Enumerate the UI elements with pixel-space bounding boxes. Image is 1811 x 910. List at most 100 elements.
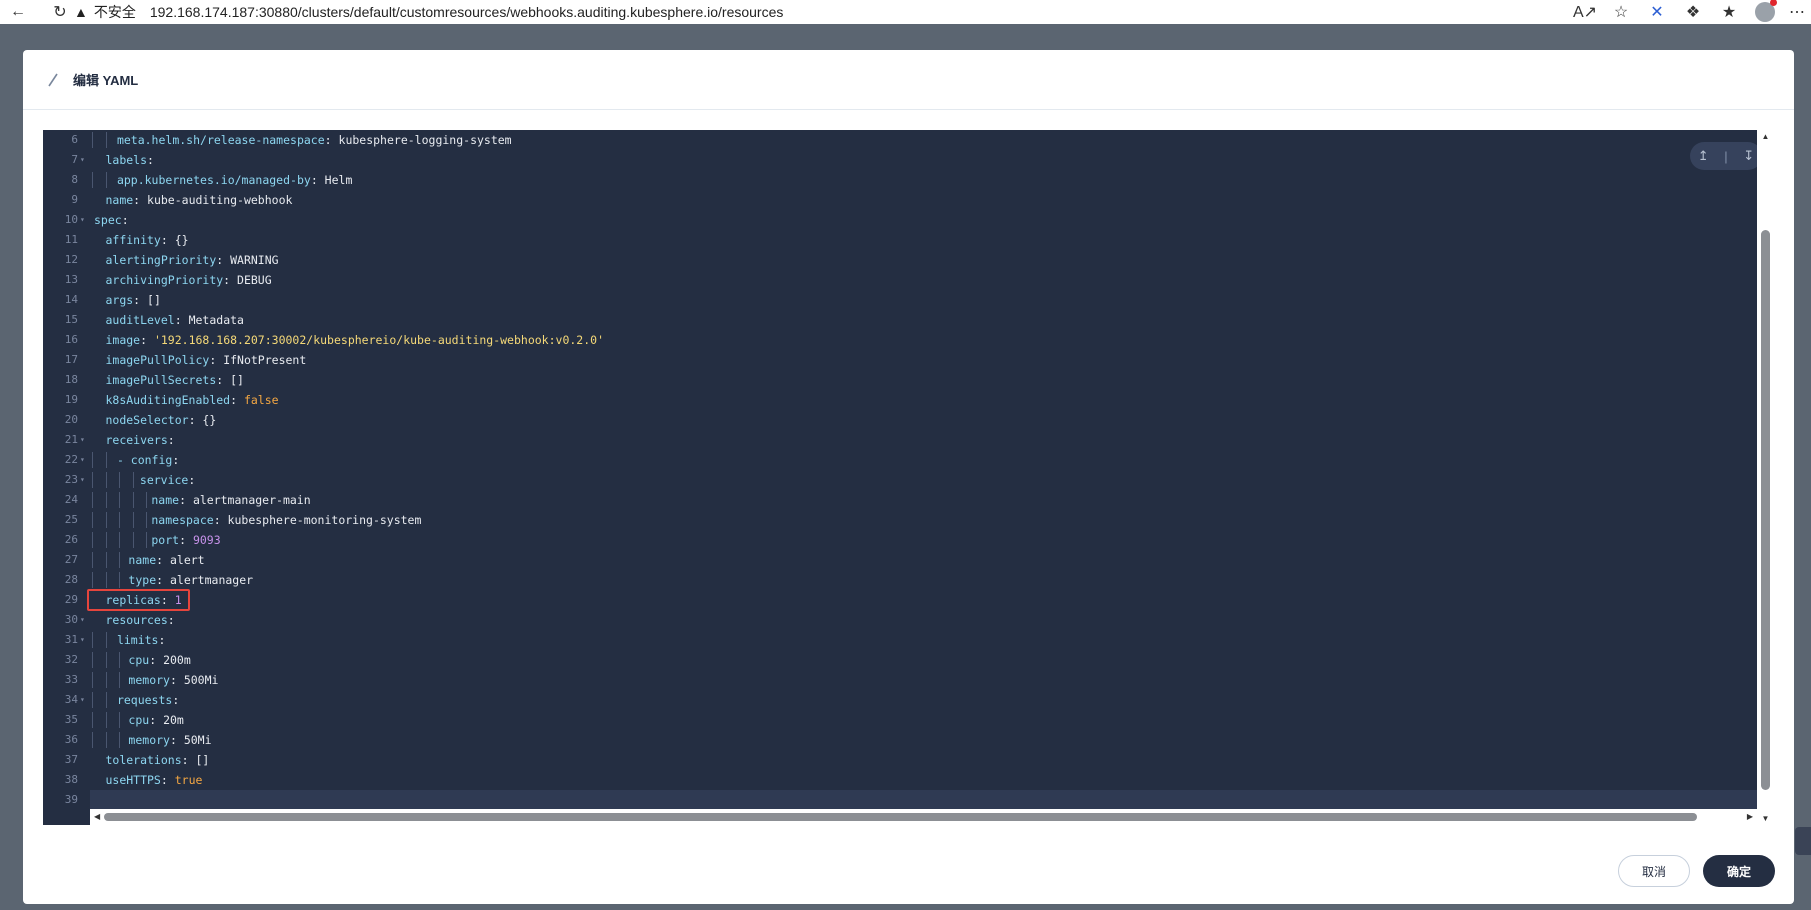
indent-guide xyxy=(105,532,107,548)
code-text: tolerations: [] xyxy=(105,750,209,770)
code-line[interactable]: 20 nodeSelector: {} xyxy=(65,410,1757,430)
code-line[interactable]: 22 ▾ - config: xyxy=(65,450,1757,470)
yaml-key: namespace xyxy=(151,513,214,527)
line-number: 12 xyxy=(64,253,78,266)
code-line[interactable]: 35 cpu: 20m xyxy=(65,710,1757,730)
scroll-right-arrow-icon[interactable]: ▶ xyxy=(1747,809,1753,825)
code-line[interactable]: 28 type: alertmanager xyxy=(65,570,1757,590)
vertical-scrollbar[interactable]: ▲ ▼ xyxy=(1757,130,1774,825)
extension-x-icon[interactable]: ✕ xyxy=(1639,2,1675,22)
code-line[interactable]: 23 ▾ service: xyxy=(65,470,1757,490)
line-number: 39 xyxy=(64,793,78,806)
read-aloud-icon[interactable]: A↗ xyxy=(1567,2,1603,22)
code-line[interactable]: 33 memory: 500Mi xyxy=(65,670,1757,690)
code-line[interactable]: 36 memory: 50Mi xyxy=(65,730,1757,750)
code-line[interactable]: 15 auditLevel: Metadata xyxy=(65,310,1757,330)
yaml-key: auditLevel xyxy=(105,313,175,327)
indent-guide xyxy=(132,512,134,528)
code-line[interactable]: 32 cpu: 200m xyxy=(65,650,1757,670)
back-arrow-icon[interactable]: ← xyxy=(6,0,30,24)
code-line[interactable]: 27 name: alert xyxy=(65,550,1757,570)
code-line[interactable]: 31 ▾ limits: xyxy=(65,630,1757,650)
code-line[interactable]: 16 image: '192.168.168.207:30002/kubesphe… xyxy=(65,330,1757,350)
code-line[interactable]: 21 ▾ receivers: xyxy=(65,430,1757,450)
code-text: name: kube-auditing-webhook xyxy=(105,190,292,210)
indent-guide xyxy=(119,672,120,688)
horizontal-scrollbar[interactable]: ◀ ▶ xyxy=(90,809,1757,825)
code-line[interactable]: 18 imagePullSecrets: [] xyxy=(65,370,1757,390)
reload-icon[interactable]: ↻ xyxy=(48,0,72,24)
code-line[interactable]: 29 replicas: 1 xyxy=(65,589,1757,611)
yaml-colon: : xyxy=(169,733,184,747)
code-text: k8sAuditingEnabled: false xyxy=(105,390,278,410)
scroll-down-arrow-icon[interactable]: ▼ xyxy=(1757,814,1774,823)
yaml-code-editor[interactable]: 6 meta.helm.sh/release-namespace: kubesph… xyxy=(43,130,1774,825)
line-number: 22 xyxy=(64,453,78,466)
code-line[interactable]: 12 alertingPriority: WARNING xyxy=(65,250,1757,270)
download-icon[interactable]: ↧ xyxy=(1743,148,1754,164)
address-bar[interactable]: ▲ 不安全 192.168.174.187:30880/clusters/def… xyxy=(74,0,783,24)
line-number: 36 xyxy=(64,733,78,746)
fold-arrow-icon[interactable]: ▾ xyxy=(80,150,85,170)
more-menu-icon[interactable]: ⋯ xyxy=(1783,2,1811,22)
yaml-value: DEBUG xyxy=(237,273,272,287)
code-line[interactable]: 14 args: [] xyxy=(65,290,1757,310)
fold-arrow-icon[interactable]: ▾ xyxy=(80,630,85,650)
fold-arrow-icon[interactable]: ▾ xyxy=(80,690,85,710)
yaml-value: 9093 xyxy=(192,533,221,547)
side-collapse-tab[interactable] xyxy=(1795,827,1811,855)
cancel-button[interactable]: 取消 xyxy=(1618,855,1690,887)
code-line[interactable]: 24 name: alertmanager-main xyxy=(65,490,1757,510)
yaml-key: name xyxy=(128,553,157,567)
code-line[interactable]: 26 port: 9093 xyxy=(65,530,1757,550)
code-line[interactable]: 7 ▾ labels: xyxy=(71,150,1757,170)
fold-arrow-icon[interactable]: ▾ xyxy=(80,470,85,490)
url-text: 192.168.174.187:30880/clusters/default/c… xyxy=(149,4,784,20)
code-text: type: alertmanager xyxy=(128,570,253,590)
code-line[interactable]: 9 name: kube-auditing-webhook xyxy=(71,190,1757,210)
profile-avatar[interactable] xyxy=(1755,0,1777,22)
code-line[interactable]: 30 ▾ resources: xyxy=(65,610,1757,630)
horizontal-scroll-thumb[interactable] xyxy=(104,813,1697,821)
code-line[interactable]: 34 ▾ requests: xyxy=(65,690,1757,710)
code-line[interactable]: 19 k8sAuditingEnabled: false xyxy=(65,390,1757,410)
extensions-puzzle-icon[interactable]: ❖ xyxy=(1675,2,1711,22)
fold-arrow-icon[interactable]: ▾ xyxy=(80,210,85,230)
highlight-annotation-box xyxy=(87,589,190,611)
indent-guide xyxy=(92,672,93,688)
line-number: 13 xyxy=(64,273,78,286)
indent-guide xyxy=(105,732,107,748)
line-number: 31 xyxy=(64,633,78,646)
favorites-list-icon[interactable]: ★ xyxy=(1711,2,1747,22)
fold-arrow-icon[interactable]: ▾ xyxy=(80,430,85,450)
code-line[interactable]: 37 tolerations: [] xyxy=(65,750,1757,770)
code-line[interactable]: 6 meta.helm.sh/release-namespace: kubesph… xyxy=(71,130,1757,150)
yaml-value: kubesphere-logging-system xyxy=(338,133,512,147)
code-area[interactable]: 6 meta.helm.sh/release-namespace: kubesph… xyxy=(65,130,1757,825)
line-number: 34 xyxy=(64,693,78,706)
code-line[interactable]: 25 namespace: kubesphere-monitoring-syste… xyxy=(65,510,1757,530)
indent-guide xyxy=(105,132,107,148)
line-number: 15 xyxy=(64,313,78,326)
code-line[interactable]: 11 affinity: {} xyxy=(65,230,1757,250)
code-line[interactable]: 8 app.kubernetes.io/managed-by: Helm xyxy=(71,170,1757,190)
scroll-left-arrow-icon[interactable]: ◀ xyxy=(94,809,100,825)
code-line[interactable]: 10 ▾ spec: xyxy=(65,210,1757,230)
yaml-colon: : xyxy=(181,753,196,767)
vertical-scroll-thumb[interactable] xyxy=(1761,230,1770,790)
confirm-button[interactable]: 确定 xyxy=(1703,855,1775,887)
code-line[interactable]: 38 useHTTPS: true xyxy=(65,770,1757,790)
code-line[interactable]: 39 xyxy=(65,790,1757,810)
line-number: 20 xyxy=(64,413,78,426)
line-number: 19 xyxy=(64,393,78,406)
favorite-star-icon[interactable]: ☆ xyxy=(1603,2,1639,22)
fold-arrow-icon[interactable]: ▾ xyxy=(80,610,85,630)
scroll-up-arrow-icon[interactable]: ▲ xyxy=(1757,132,1774,141)
code-text: imagePullPolicy: IfNotPresent xyxy=(105,350,306,370)
code-line[interactable]: 17 imagePullPolicy: IfNotPresent xyxy=(65,350,1757,370)
upload-icon[interactable]: ↥ xyxy=(1698,148,1709,164)
yaml-value: [] xyxy=(147,293,161,307)
code-line[interactable]: 13 archivingPriority: DEBUG xyxy=(65,270,1757,290)
fold-arrow-icon[interactable]: ▾ xyxy=(80,450,85,470)
code-text: limits: xyxy=(117,630,172,650)
